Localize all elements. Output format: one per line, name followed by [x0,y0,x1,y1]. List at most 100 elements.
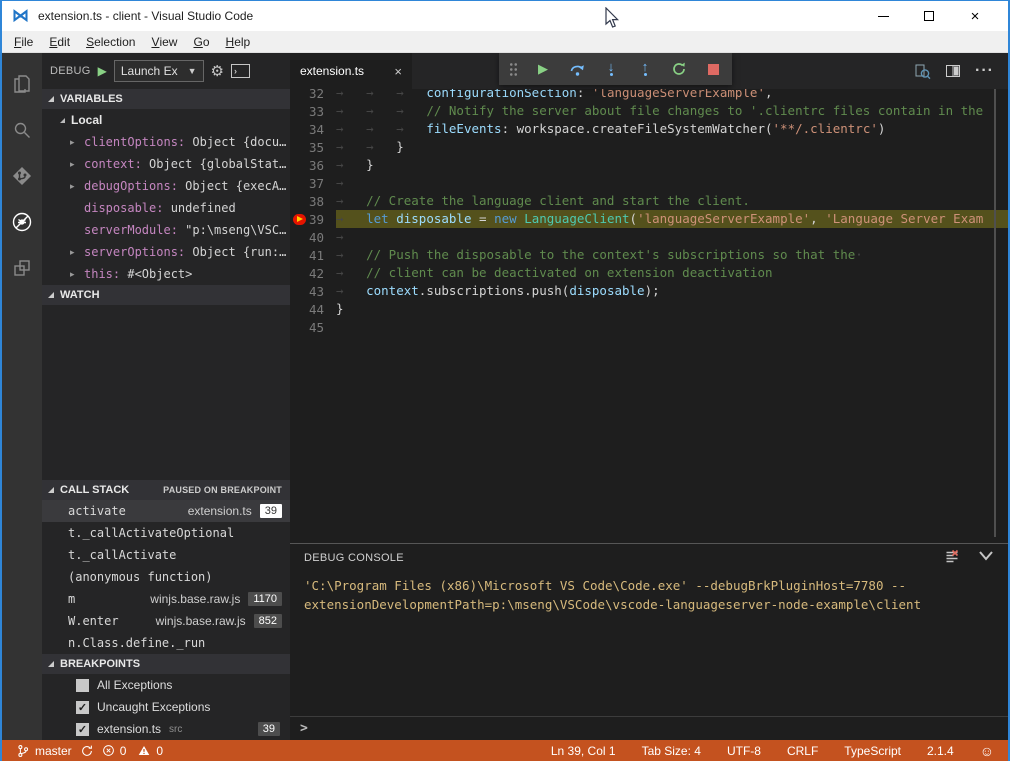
step-out-button[interactable]: ↑ [636,59,654,79]
open-preview-icon[interactable] [914,63,931,80]
code-line-39[interactable]: 39→ let disposable = new LanguageClient(… [290,210,1008,228]
more-actions-icon[interactable]: ··· [975,62,994,80]
stack-frame[interactable]: t._callActivateOptional [42,522,290,544]
step-over-button[interactable] [568,59,586,79]
stack-frame[interactable]: mwinjs.base.raw.js1170 [42,588,290,610]
git-branch-status[interactable]: master [12,740,76,761]
maximize-button[interactable] [906,1,952,31]
toolbar-drag-handle[interactable] [509,62,518,77]
status-bar: master 0 0 Ln 39, Col 1 Tab Size: 4 UTF-8 C… [2,740,1008,761]
language-mode[interactable]: TypeScript [840,744,905,758]
code-line-42[interactable]: 42→ // client can be deactivated on exte… [290,264,1008,282]
code-line-41[interactable]: 41→ // Push the disposable to the contex… [290,246,1008,264]
variable-debugOptions[interactable]: ▸debugOptions: Object {execA… [42,175,290,197]
configure-launch-gear-icon[interactable]: ⚙ [211,62,224,80]
code-line-38[interactable]: 38→ // Create the language client and st… [290,192,1008,210]
close-button[interactable]: × [952,1,998,31]
code-line-45[interactable]: 45 [290,318,1008,336]
breakpoint-item[interactable]: All Exceptions [42,674,290,696]
step-into-button[interactable]: ↓ [602,59,620,79]
menu-file[interactable]: File [6,31,41,52]
breakpoint-paused-icon[interactable] [293,214,306,225]
code-line-33[interactable]: 33→ → → // Notify the server about file … [290,102,1008,120]
explorer-icon[interactable] [2,61,42,107]
error-icon [102,744,115,757]
scope-local[interactable]: Local [42,109,290,131]
cursor-position[interactable]: Ln 39, Col 1 [547,744,620,758]
variable-this[interactable]: ▸this: #<Object> [42,263,290,285]
line-number: 42 [308,266,336,281]
line-number: 35 [308,140,336,155]
encoding[interactable]: UTF-8 [723,744,765,758]
menu-help[interactable]: Help [218,31,259,52]
extensions-icon[interactable] [2,245,42,291]
open-debug-console-icon[interactable]: › [231,64,250,78]
stack-frame[interactable]: (anonymous function) [42,566,290,588]
code-editor[interactable]: 32→ → → configurationSection: 'languageS… [290,89,1008,543]
debug-toolbar: ▶ ↓ ↑ [499,53,732,85]
search-icon[interactable] [2,107,42,153]
tab-size[interactable]: Tab Size: 4 [638,744,705,758]
titlebar[interactable]: ⋈ extension.ts - client - Visual Studio … [2,1,1008,31]
minimize-button[interactable] [860,1,906,31]
stop-button[interactable] [704,59,722,79]
restart-button[interactable] [670,59,688,79]
continue-button[interactable]: ▶ [534,59,552,79]
menu-selection[interactable]: Selection [78,31,143,52]
code-line-43[interactable]: 43→ context.subscriptions.push(disposabl… [290,282,1008,300]
eol[interactable]: CRLF [783,744,822,758]
split-editor-icon[interactable] [945,63,961,79]
breakpoint-item[interactable]: ✓extension.tssrc39 [42,718,290,740]
watch-section-header[interactable]: WATCH [42,285,290,305]
line-number: 37 [308,176,336,191]
variables-title: VARIABLES [60,93,123,105]
code-line-35[interactable]: 35→ → } [290,138,1008,156]
ts-version[interactable]: 2.1.4 [923,744,958,758]
debug-panel-title: DEBUG [50,65,91,77]
collapse-panel-chevron-icon[interactable] [978,549,994,567]
call-stack-section-header[interactable]: CALL STACK PAUSED ON BREAKPOINT [42,480,290,500]
start-debugging-button[interactable]: ▶ [98,64,107,78]
stack-frame[interactable]: t._callActivate [42,544,290,566]
vscode-window: ⋈ extension.ts - client - Visual Studio … [0,0,1010,761]
stack-frame[interactable]: W.enterwinjs.base.raw.js852 [42,610,290,632]
code-line-37[interactable]: 37→ [290,174,1008,192]
sync-button[interactable] [76,740,98,761]
variables-section-header[interactable]: VARIABLES [42,89,290,109]
source-control-icon[interactable] [2,153,42,199]
error-warning-status[interactable]: 0 0 [98,740,167,761]
breakpoints-section-header[interactable]: BREAKPOINTS [42,654,290,674]
close-tab-icon[interactable]: × [394,64,402,79]
line-number: 34 [308,122,336,137]
code-line-44[interactable]: 44} [290,300,1008,318]
editor-scrollbar[interactable] [994,89,996,537]
expanded-twistie-icon [48,292,54,298]
code-line-36[interactable]: 36→ } [290,156,1008,174]
menu-view[interactable]: View [143,31,185,52]
variable-context[interactable]: ▸context: Object {globalStat… [42,153,290,175]
code-line-34[interactable]: 34→ → → fileEvents: workspace.createFile… [290,120,1008,138]
breakpoint-checkbox[interactable] [76,679,89,692]
stack-frame[interactable]: n.Class.define._run [42,632,290,654]
tab-extension-ts[interactable]: extension.ts × [290,53,412,89]
variable-serverOptions[interactable]: ▸serverOptions: Object {run:… [42,241,290,263]
clear-console-icon[interactable] [944,548,960,569]
debug-console-input[interactable]: > [290,716,1008,740]
line-number: 36 [308,158,336,173]
breakpoint-checkbox[interactable]: ✓ [76,701,89,714]
vscode-logo-icon: ⋈ [12,7,30,25]
stack-frame[interactable]: activateextension.ts39 [42,500,290,522]
breakpoint-item[interactable]: ✓Uncaught Exceptions [42,696,290,718]
expanded-twistie-icon [60,118,65,123]
debug-icon[interactable] [2,199,42,245]
variable-clientOptions[interactable]: ▸clientOptions: Object {docu… [42,131,290,153]
variable-disposable[interactable]: disposable: undefined [42,197,290,219]
breakpoint-checkbox[interactable]: ✓ [76,723,89,736]
code-line-40[interactable]: 40→ [290,228,1008,246]
feedback-smiley-icon[interactable]: ☺ [976,740,998,761]
menu-go[interactable]: Go [185,31,217,52]
code-line-32[interactable]: 32→ → → configurationSection: 'languageS… [290,89,1008,102]
variable-serverModule[interactable]: serverModule: "p:\mseng\VSC… [42,219,290,241]
launch-config-select[interactable]: Launch Ex ▼ [114,60,204,82]
menu-edit[interactable]: Edit [41,31,78,52]
